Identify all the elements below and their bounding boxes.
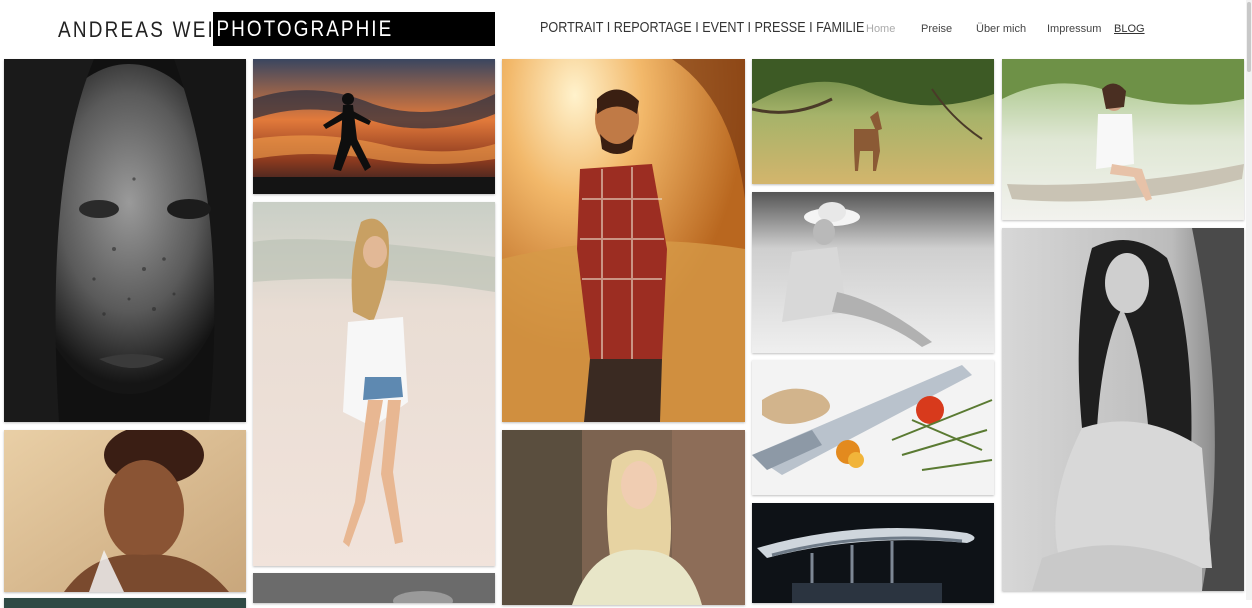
modern-architecture-night-photo[interactable] <box>752 503 994 603</box>
woman-walking-beach-photo[interactable] <box>253 202 495 566</box>
main-nav: Home Preise Über mich Impressum BLOG <box>0 23 1252 37</box>
nav-home[interactable]: Home <box>866 23 895 35</box>
woman-face-warm-portrait-photo[interactable] <box>4 430 246 592</box>
scrollbar-thumb[interactable] <box>1247 2 1251 72</box>
woman-on-branch-photo[interactable] <box>1002 59 1244 220</box>
deer-in-meadow-photo[interactable] <box>752 59 994 184</box>
runner-silhouette-sunset-photo[interactable] <box>253 59 495 194</box>
page-scrollbar[interactable] <box>1246 0 1252 600</box>
nav-blog[interactable]: BLOG <box>1114 23 1145 35</box>
nav-impressum[interactable]: Impressum <box>1047 23 1101 35</box>
knife-tomato-herbs-photo[interactable] <box>752 360 994 495</box>
blonde-woman-outdoor-photo[interactable] <box>502 430 745 605</box>
freckled-woman-portrait-photo[interactable] <box>4 59 246 422</box>
woman-long-hair-bw-photo[interactable] <box>1002 228 1244 591</box>
nav-preise[interactable]: Preise <box>921 23 952 35</box>
bw-bottom-photo[interactable] <box>253 573 495 603</box>
man-plaid-shirt-golden-hour-photo[interactable] <box>502 59 745 422</box>
nav-ueber-mich[interactable]: Über mich <box>976 23 1026 35</box>
woman-hat-sand-bw-photo[interactable] <box>752 192 994 353</box>
